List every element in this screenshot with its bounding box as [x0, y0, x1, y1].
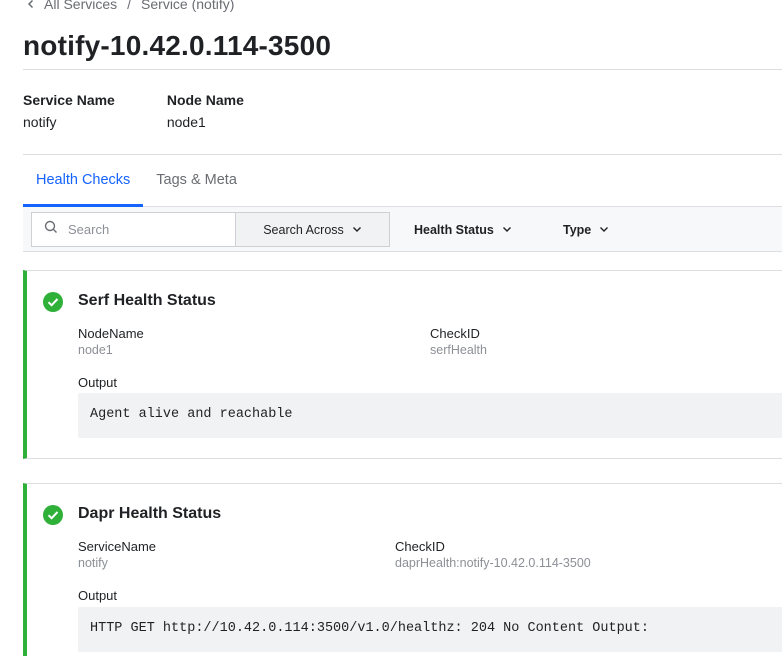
- node-name-field-label: NodeName: [78, 326, 144, 341]
- service-name-label: Service Name: [23, 92, 115, 108]
- search-across-dropdown[interactable]: Search Across: [235, 212, 390, 247]
- check-id-label: CheckID: [430, 326, 480, 341]
- output-label: Output: [78, 588, 118, 603]
- check-circle-icon: [43, 292, 63, 312]
- search-across-label: Search Across: [263, 222, 344, 237]
- breadcrumb: All Services / Service (notify): [26, 0, 234, 12]
- type-dropdown[interactable]: Type: [563, 212, 609, 247]
- search-icon: [44, 220, 58, 239]
- output-block: Agent alive and reachable: [78, 393, 782, 438]
- tab-tags-meta[interactable]: Tags & Meta: [143, 164, 250, 207]
- chevron-left-icon: [26, 0, 36, 12]
- health-check-title: Serf Health Status: [78, 292, 216, 309]
- search-input[interactable]: [68, 222, 218, 237]
- health-check-title: Dapr Health Status: [78, 505, 222, 522]
- filter-bar: Search Across Health Status Type: [23, 207, 782, 252]
- search-box[interactable]: [31, 212, 236, 247]
- chevron-down-icon: [352, 223, 362, 237]
- breadcrumb-separator: /: [127, 0, 132, 12]
- check-id-label: CheckID: [395, 539, 445, 554]
- check-circle-icon: [43, 505, 63, 525]
- health-status-label: Health Status: [414, 222, 494, 237]
- breadcrumb-current: Service (notify): [141, 0, 235, 12]
- breadcrumb-all-services-link[interactable]: All Services: [44, 0, 117, 12]
- health-status-dropdown[interactable]: Health Status: [414, 212, 512, 247]
- health-check-card: Dapr Health Status ServiceName notify Ch…: [23, 483, 782, 656]
- service-meta: Service Name notify Node Name node1: [23, 92, 296, 130]
- check-id-value: daprHealth:notify-10.42.0.114-3500: [395, 556, 591, 570]
- service-name-field-label: ServiceName: [78, 539, 157, 554]
- chevron-down-icon: [599, 223, 609, 237]
- output-label: Output: [78, 375, 118, 390]
- check-id-value: serfHealth: [430, 343, 487, 357]
- tab-bar: Health Checks Tags & Meta: [23, 164, 782, 207]
- service-name-field-value: notify: [78, 556, 108, 570]
- health-check-card: Serf Health Status NodeName node1 CheckI…: [23, 270, 782, 459]
- divider: [23, 69, 782, 70]
- node-name-label: Node Name: [166, 92, 244, 108]
- chevron-down-icon: [502, 223, 512, 237]
- page-title: notify-10.42.0.114-3500: [23, 30, 332, 61]
- divider: [23, 154, 782, 155]
- node-name-value: node1: [166, 114, 206, 130]
- service-name-value: notify: [23, 114, 57, 130]
- tab-health-checks[interactable]: Health Checks: [23, 164, 144, 207]
- node-name-field-value: node1: [78, 343, 113, 357]
- type-label: Type: [563, 222, 592, 237]
- output-block: HTTP GET http://10.42.0.114:3500/v1.0/he…: [78, 607, 782, 652]
